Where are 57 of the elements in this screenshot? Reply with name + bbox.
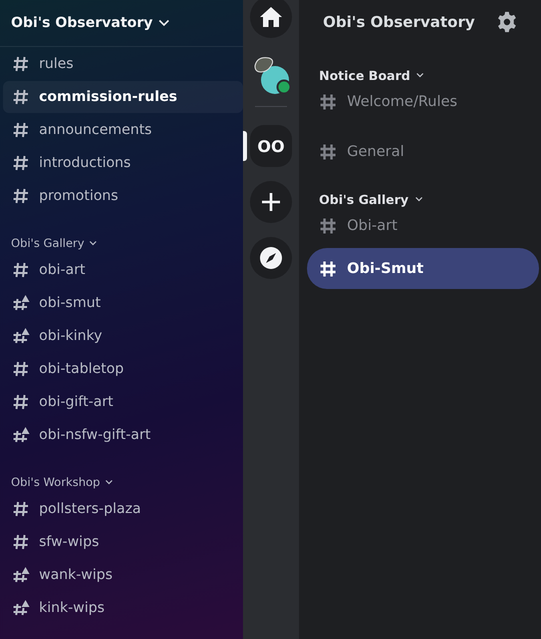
channel-item[interactable]: obi-art (3, 254, 243, 286)
chevron-icon (414, 196, 423, 202)
home-button[interactable] (250, 0, 292, 38)
chevron-icon (89, 240, 98, 246)
hash-icon (319, 143, 337, 161)
hash-icon (12, 88, 30, 106)
settings-icon[interactable] (496, 11, 518, 33)
channel-item[interactable]: wank-wips (3, 559, 243, 591)
server-name[interactable]: Obi's Observatory (323, 13, 475, 31)
hash-warning-icon (12, 599, 30, 617)
chevron-icon (416, 72, 424, 78)
hash-warning-icon (12, 294, 30, 312)
channel-item[interactable]: Obi-Smut (307, 248, 539, 289)
category-label[interactable]: Notice Board (319, 68, 410, 82)
add-server-button[interactable] (250, 181, 292, 223)
category-label[interactable]: Obi's Gallery (11, 236, 84, 250)
channel-item[interactable]: Obi-art (307, 209, 539, 243)
hash-icon (12, 393, 30, 411)
channel-item[interactable]: announcements (3, 114, 243, 146)
channel-item[interactable]: introductions (3, 147, 243, 179)
channel-item[interactable]: obi-smut (3, 287, 243, 319)
hash-icon (12, 55, 30, 73)
home-icon (259, 6, 283, 28)
hash-warning-icon (12, 566, 30, 584)
hash-icon (12, 154, 30, 172)
chevron-icon (105, 479, 114, 485)
channel-item[interactable]: obi-kinky (3, 320, 243, 352)
hash-icon (12, 121, 30, 139)
hash-warning-icon (12, 327, 30, 345)
channel-item[interactable]: pollsters-plaza (3, 493, 243, 525)
plus-icon (260, 191, 282, 213)
channel-item[interactable]: sfw-wips (3, 526, 243, 558)
hash-icon (12, 360, 30, 378)
channel-item[interactable]: Welcome/Rules (307, 85, 539, 119)
hash-icon (319, 217, 337, 235)
channel-item[interactable]: kink-wips (3, 592, 243, 624)
hash-icon (12, 533, 30, 551)
hash-icon (12, 187, 30, 205)
channel-item[interactable]: obi-gift-art (3, 386, 243, 418)
compass-button[interactable] (250, 237, 292, 279)
compass-icon (259, 246, 283, 270)
hash-icon (12, 500, 30, 518)
channel-item[interactable]: General (307, 135, 539, 169)
server-name[interactable]: Obi's Observatory (11, 15, 153, 31)
channel-item[interactable]: rules (3, 48, 243, 80)
category-label[interactable]: Obi's Gallery (319, 192, 409, 206)
channel-item[interactable]: obi-tabletop (3, 353, 243, 385)
hash-icon (12, 261, 30, 279)
server-icon[interactable]: OO (250, 125, 292, 167)
hash-warning-icon (12, 426, 30, 444)
channel-item[interactable]: promotions (3, 180, 243, 212)
hash-icon (319, 260, 337, 278)
category-label[interactable]: Obi's Workshop (11, 475, 100, 489)
hash-icon (319, 93, 337, 111)
channel-item[interactable]: commission-rules (3, 81, 243, 113)
chevron-icon (158, 19, 170, 27)
channel-item[interactable]: obi-nsfw-gift-art (3, 419, 243, 451)
